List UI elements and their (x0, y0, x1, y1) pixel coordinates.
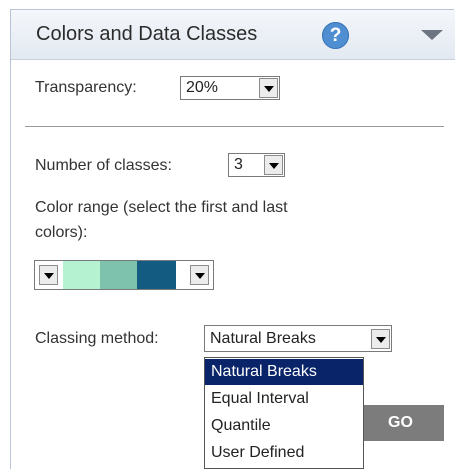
dropdown-option-natural-breaks[interactable]: Natural Breaks (205, 359, 363, 385)
chevron-down-icon[interactable] (371, 329, 390, 349)
dropdown-option-equal-interval[interactable]: Equal Interval (205, 386, 363, 412)
dropdown-option-user-defined[interactable]: User Defined (205, 440, 363, 466)
collapse-icon[interactable] (421, 30, 443, 40)
number-of-classes-value: 3 (234, 156, 243, 173)
classing-method-select[interactable]: Natural Breaks (204, 325, 392, 352)
panel-header[interactable]: Colors and Data Classes ? (11, 10, 455, 60)
help-icon[interactable]: ? (322, 22, 349, 49)
classing-method-value: Natural Breaks (210, 330, 316, 347)
color-range-label-line2: colors): (35, 224, 88, 241)
color-range-label-line1: Color range (select the first and last (35, 199, 288, 216)
section-divider (25, 126, 444, 127)
first-color-dropdown-icon[interactable] (39, 265, 58, 285)
transparency-value: 20% (186, 79, 219, 96)
chevron-down-icon[interactable] (264, 155, 283, 175)
color-swatch (137, 261, 176, 289)
transparency-select[interactable]: 20% (180, 76, 280, 100)
color-swatch (63, 261, 100, 289)
classing-method-label: Classing method: (35, 330, 159, 347)
number-of-classes-select[interactable]: 3 (228, 153, 285, 177)
number-of-classes-label: Number of classes: (35, 157, 172, 174)
color-swatch (100, 261, 137, 289)
panel-title: Colors and Data Classes (36, 23, 258, 45)
chevron-down-icon[interactable] (259, 78, 278, 98)
color-range-picker (34, 260, 214, 290)
classing-method-dropdown-list: Natural Breaks Equal Interval Quantile U… (204, 357, 364, 469)
transparency-label: Transparency: (35, 79, 137, 96)
go-button[interactable]: GO (360, 405, 444, 441)
dropdown-option-quantile[interactable]: Quantile (205, 413, 363, 439)
last-color-dropdown-icon[interactable] (190, 265, 209, 285)
